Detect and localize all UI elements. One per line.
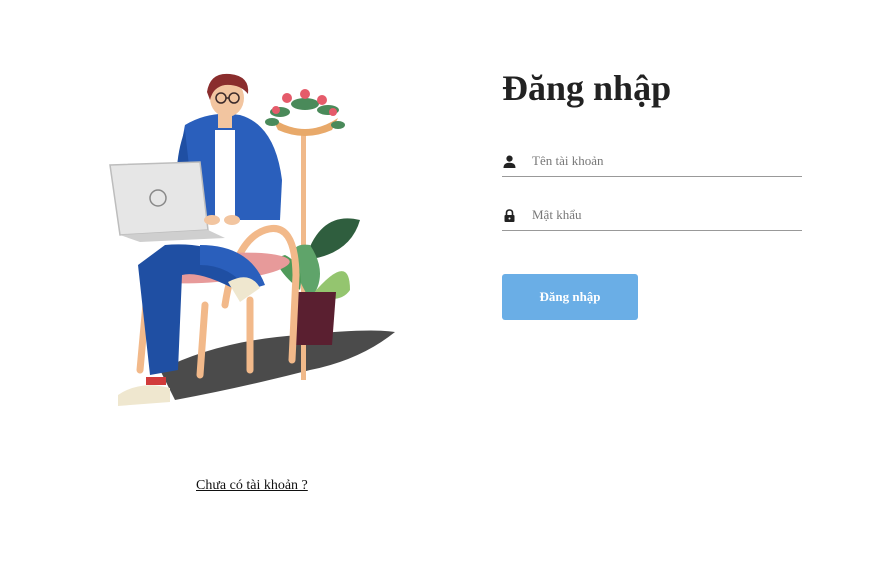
login-title: Đăng nhập (502, 68, 672, 108)
password-field[interactable] (502, 200, 802, 231)
password-input[interactable] (532, 202, 802, 228)
signup-link[interactable]: Chưa có tài khoản ? (196, 478, 308, 494)
lock-icon (502, 208, 516, 222)
person-with-laptop-illustration (109, 73, 395, 406)
login-button[interactable]: Đăng nhập (502, 274, 638, 320)
username-input[interactable] (532, 148, 802, 174)
username-field[interactable] (502, 146, 802, 177)
user-icon (502, 154, 516, 168)
login-panel: Đăng nhập Đăng nhập (502, 64, 802, 320)
